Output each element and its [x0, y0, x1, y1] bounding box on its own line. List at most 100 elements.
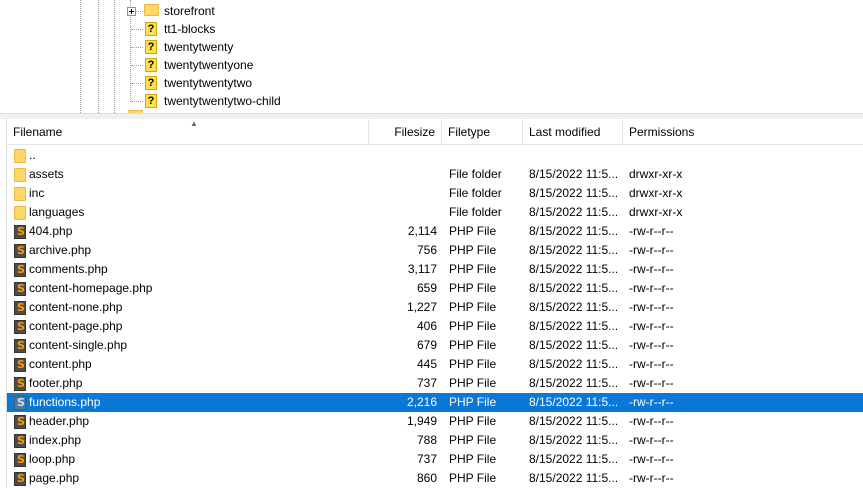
file-name: languages [29, 205, 85, 219]
file-list[interactable]: Filename ▲ Filesize Filetype Last modifi… [0, 119, 863, 488]
file-type: PHP File [449, 414, 497, 428]
file-permissions: -rw-r--r-- [629, 357, 674, 371]
file-type: PHP File [449, 300, 497, 314]
file-name: 404.php [29, 224, 73, 238]
column-header-permissions[interactable]: Permissions [623, 119, 863, 144]
tree-item-twentytwentyone[interactable]: twentytwentyone [164, 58, 253, 72]
file-type [449, 146, 519, 165]
php-file-icon [14, 453, 26, 467]
file-type: PHP File [449, 338, 497, 352]
file-row[interactable]: 404.php 2,114 PHP File 8/15/2022 11:5... -rw… [7, 222, 863, 241]
file-type: PHP File [449, 243, 497, 257]
tree-item-twentytwentytwo[interactable]: twentytwentytwo [164, 76, 252, 90]
tree-connector [131, 101, 143, 102]
column-header-filesize[interactable]: Filesize [369, 119, 442, 144]
file-size [369, 184, 437, 203]
file-row[interactable]: languages File folder 8/15/2022 11:5... drw… [7, 203, 863, 222]
file-permissions: -rw-r--r-- [629, 319, 674, 333]
file-type: File folder [449, 186, 502, 200]
directory-tree[interactable]: storefront ? tt1-blocks ? twentytwenty ?… [0, 0, 863, 113]
php-file-icon [14, 320, 26, 334]
file-row[interactable]: comments.php 3,117 PHP File 8/15/2022 11:5.… [7, 260, 863, 279]
file-last-modified: 8/15/2022 11:5... [529, 338, 617, 352]
file-name: .. [29, 148, 36, 162]
file-permissions: -rw-r--r-- [629, 395, 674, 409]
file-row[interactable]: content.php 445 PHP File 8/15/2022 11:5...-… [7, 355, 863, 374]
file-row[interactable]: inc File folder 8/15/2022 11:5... drwxr-xr-… [7, 184, 863, 203]
file-row[interactable]: content-single.php 679 PHP File 8/15/2022 1… [7, 336, 863, 355]
file-row[interactable]: index.php 788 PHP File 8/15/2022 11:5... -rw… [7, 431, 863, 450]
file-permissions: -rw-r--r-- [629, 414, 674, 428]
file-row[interactable]: page.php 860 PHP File 8/15/2022 11:5... -rw-… [7, 469, 863, 488]
column-header-filetype[interactable]: Filetype [442, 119, 523, 144]
tree-item-tt1-blocks[interactable]: tt1-blocks [164, 22, 215, 36]
sort-ascending-icon: ▲ [190, 119, 198, 128]
file-name: header.php [29, 414, 90, 428]
file-list-header: Filename ▲ Filesize Filetype Last modifi… [7, 119, 863, 145]
file-size [369, 165, 437, 184]
tree-item-twentytwenty[interactable]: twentytwenty [164, 40, 233, 54]
file-row[interactable]: functions.php 2,216 PHP File 8/15/2022 11:5… [7, 393, 863, 412]
file-permissions: -rw-r--r-- [629, 338, 674, 352]
file-row[interactable]: loop.php 737 PHP File 8/15/2022 11:5... -rw-… [7, 450, 863, 469]
file-size: 1,949 [406, 414, 437, 428]
file-row[interactable]: footer.php 737 PHP File 8/15/2022 11:5... -r… [7, 374, 863, 393]
file-last-modified: 8/15/2022 11:5... [529, 376, 617, 390]
file-type: PHP File [449, 281, 497, 295]
file-size: 445 [416, 357, 437, 371]
php-file-icon [14, 225, 26, 239]
tree-connector [131, 83, 143, 84]
file-last-modified: 8/15/2022 11:5... [529, 243, 617, 257]
file-size: 860 [416, 471, 437, 485]
file-size: 2,114 [407, 224, 437, 238]
php-file-icon [14, 263, 26, 277]
folder-icon [14, 206, 26, 220]
expand-icon[interactable] [127, 7, 136, 16]
php-file-icon [14, 301, 26, 315]
file-type: PHP File [449, 452, 497, 466]
file-last-modified: 8/15/2022 11:5... [529, 433, 617, 447]
tree-item-storefront[interactable]: storefront [164, 4, 215, 18]
folder-icon [14, 187, 26, 201]
file-size: 737 [416, 376, 437, 390]
file-permissions: -rw-r--r-- [629, 452, 674, 466]
file-row[interactable]: content-none.php 1,227 PHP File 8/15/2022 1… [7, 298, 863, 317]
file-size: 788 [416, 433, 437, 447]
tree-guide-line [114, 0, 115, 113]
php-file-icon [14, 434, 26, 448]
file-last-modified: 8/15/2022 11:5... [529, 395, 617, 409]
file-permissions: -rw-r--r-- [629, 300, 674, 314]
file-permissions: -rw-r--r-- [629, 471, 674, 485]
file-name: content-none.php [29, 300, 123, 314]
file-row[interactable]: content-page.php 406 PHP File 8/15/2022 11:… [7, 317, 863, 336]
file-row[interactable]: assets File folder 8/15/2022 11:5... drwxr-… [7, 165, 863, 184]
file-row[interactable]: .. [7, 146, 863, 165]
file-name: footer.php [29, 376, 83, 390]
file-permissions: -rw-r--r-- [629, 243, 674, 257]
file-name: index.php [29, 433, 82, 447]
file-row[interactable]: content-homepage.php 659 PHP File 8/15/2022… [7, 279, 863, 298]
file-type: PHP File [449, 395, 497, 409]
folder-icon [144, 4, 159, 16]
file-permissions: -rw-r--r-- [629, 433, 674, 447]
file-row[interactable]: header.php 1,949 PHP File 8/15/2022 11:5...… [7, 412, 863, 431]
file-permissions: -rw-r--r-- [629, 262, 674, 276]
php-file-icon [14, 358, 26, 372]
column-header-filename[interactable]: Filename [7, 119, 369, 144]
file-name: page.php [29, 471, 80, 485]
unknown-icon: ? [145, 58, 157, 72]
file-type: File folder [449, 205, 502, 219]
file-type: PHP File [449, 433, 497, 447]
tree-item-twentytwentytwo-child[interactable]: twentytwentytwo-child [164, 94, 281, 108]
php-file-icon [14, 339, 26, 353]
file-size: 737 [416, 452, 437, 466]
column-header-last-modified[interactable]: Last modified [523, 119, 623, 144]
file-row[interactable]: archive.php 756 PHP File 8/15/2022 11:5...-… [7, 241, 863, 260]
file-name: archive.php [29, 243, 92, 257]
file-name: loop.php [29, 452, 76, 466]
php-file-icon [14, 282, 26, 296]
php-file-icon [14, 396, 26, 410]
file-type: PHP File [449, 224, 497, 238]
unknown-icon: ? [145, 94, 157, 108]
file-permissions: -rw-r--r-- [629, 224, 674, 238]
